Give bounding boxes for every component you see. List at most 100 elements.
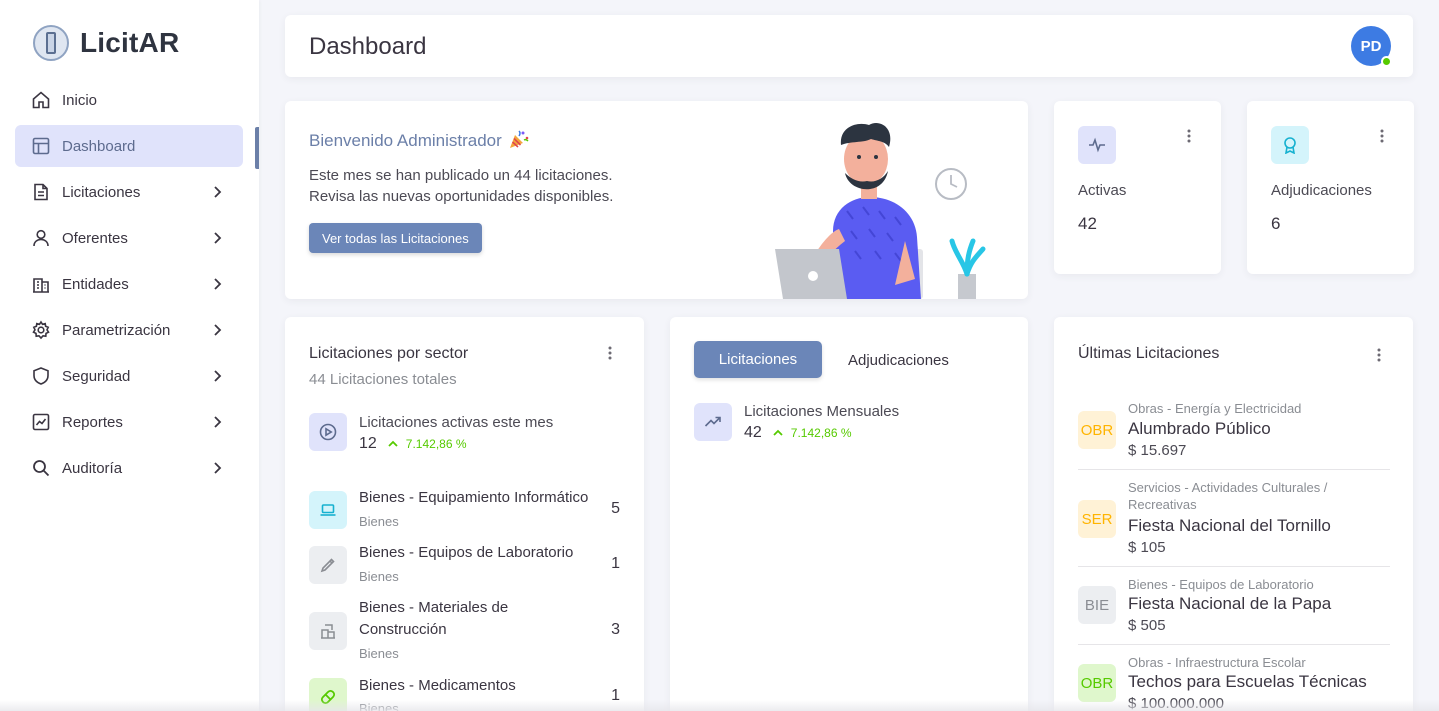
chevron-up-icon — [773, 429, 783, 436]
item-category: Obras - Infraestructura Escolar — [1128, 655, 1306, 670]
card-title: Licitaciones por sector — [309, 345, 469, 362]
layout-icon — [31, 136, 51, 156]
sidebar-item-label: Seguridad — [62, 367, 131, 385]
more-vertical-icon[interactable] — [1371, 347, 1387, 363]
card-subtitle: 44 Licitaciones totales — [309, 371, 457, 388]
card-title: Últimas Licitaciones — [1078, 345, 1220, 362]
welcome-message-line-1: Este mes se han publicado un 44 licitaci… — [309, 167, 613, 184]
item-amount: $ 100.000.000 — [1128, 695, 1224, 711]
sidebar-item-dashboard[interactable]: Dashboard — [15, 125, 243, 167]
active-month-stat: 12 7.142,86 % — [359, 435, 467, 453]
tab-adjudicaciones[interactable]: Adjudicaciones — [848, 352, 949, 369]
sidebar-item-entidades[interactable]: Entidades — [15, 263, 243, 305]
more-vertical-icon[interactable] — [602, 345, 618, 361]
stat-label: Adjudicaciones — [1271, 182, 1372, 199]
more-vertical-icon[interactable] — [1181, 128, 1197, 144]
chevron-up-icon — [388, 440, 398, 447]
category-badge: OBR — [1078, 411, 1116, 449]
active-nav-indicator — [255, 127, 259, 169]
app-logo[interactable]: LicitAR — [33, 25, 179, 61]
sector-row-subtitle: Bienes — [359, 569, 399, 584]
sidebar-item-oferentes[interactable]: Oferentes — [15, 217, 243, 259]
stat-label: Activas — [1078, 182, 1127, 199]
sector-row-count: 5 — [611, 500, 620, 517]
sidebar-item-label: Auditoría — [62, 459, 123, 477]
sector-row-title-line-2: Construcción — [359, 621, 447, 638]
sidebar-item-inicio[interactable]: Inicio — [15, 79, 243, 121]
sidebar-item-parametrizacion[interactable]: Parametrización — [15, 309, 243, 351]
sidebar-item-label: Inicio — [62, 91, 98, 109]
sidebar-item-auditoria[interactable]: Auditoría — [15, 447, 243, 489]
stat-value: 42 — [1078, 214, 1097, 233]
sector-row-title: Bienes - Equipos de Laboratorio — [359, 544, 574, 561]
category-badge: BIE — [1078, 586, 1116, 624]
award-icon — [1271, 126, 1309, 164]
logo-icon — [33, 25, 69, 61]
laptop-icon — [309, 491, 347, 529]
document-icon — [31, 182, 51, 202]
user-icon — [31, 228, 51, 248]
trending-up-icon — [694, 403, 732, 441]
stat-card-activas: Activas 42 — [1054, 101, 1221, 274]
item-category: Obras - Energía y Electricidad — [1128, 401, 1302, 416]
list-item[interactable]: OBR Obras - Energía y Electricidad Alumb… — [1078, 399, 1390, 469]
developer-illustration — [775, 123, 986, 299]
chevron-right-icon — [214, 370, 222, 382]
divider — [1078, 566, 1390, 567]
active-month-value: 12 — [359, 435, 377, 452]
shield-icon — [31, 366, 51, 386]
divider — [1078, 644, 1390, 645]
building-icon — [31, 274, 51, 294]
sidebar-item-reportes[interactable]: Reportes — [15, 401, 243, 443]
category-badge: OBR — [1078, 664, 1116, 702]
item-name: Alumbrado Público — [1128, 419, 1271, 438]
home-icon — [31, 90, 51, 110]
play-circle-icon — [309, 413, 347, 451]
sector-row-subtitle: Bienes — [359, 701, 399, 711]
welcome-message-line-2: Revisa las nuevas oportunidades disponib… — [309, 188, 614, 205]
list-item[interactable]: OBR Obras - Infraestructura Escolar Tech… — [1078, 652, 1390, 711]
stat-card-adjudicaciones: Adjudicaciones 6 — [1247, 101, 1414, 274]
list-item[interactable]: BIE Bienes - Equipos de Laboratorio Fies… — [1078, 574, 1390, 644]
chevron-right-icon — [214, 232, 222, 244]
sector-row-title: Bienes - Equipamiento Informático — [359, 489, 589, 506]
more-vertical-icon[interactable] — [1374, 128, 1390, 144]
sector-row-subtitle: Bienes — [359, 514, 399, 529]
item-name: Techos para Escuelas Técnicas — [1128, 672, 1367, 691]
item-name: Fiesta Nacional de la Papa — [1128, 594, 1332, 613]
welcome-title-text: Bienvenido Administrador — [309, 131, 502, 150]
view-all-tenders-button[interactable]: Ver todas las Licitaciones — [309, 223, 482, 253]
sector-card: Licitaciones por sector 44 Licitaciones … — [285, 317, 644, 711]
monthly-value: 42 — [744, 424, 762, 441]
avatar[interactable]: PD — [1351, 26, 1392, 67]
stat-value: 6 — [1271, 214, 1281, 233]
sidebar-item-label: Licitaciones — [62, 183, 141, 201]
sidebar-item-seguridad[interactable]: Seguridad — [15, 355, 243, 397]
active-month-label: Licitaciones activas este mes — [359, 414, 554, 431]
item-category-line-1: Servicios - Actividades Culturales / — [1128, 480, 1328, 495]
pipette-icon — [309, 546, 347, 584]
sidebar-item-label: Oferentes — [62, 229, 128, 247]
chevron-right-icon — [214, 416, 222, 428]
sector-row-count: 1 — [611, 555, 620, 572]
sector-row-count: 1 — [611, 687, 620, 704]
sidebar-item-label: Reportes — [62, 413, 123, 431]
item-category-line-2: Recreativas — [1128, 497, 1197, 512]
report-chart-icon — [31, 412, 51, 432]
chevron-right-icon — [214, 324, 222, 336]
trend-percent: 7.142,86 % — [405, 437, 467, 451]
monthly-label: Licitaciones Mensuales — [744, 403, 900, 420]
tab-licitaciones[interactable]: Licitaciones — [694, 341, 822, 378]
sector-row-title: Bienes - Medicamentos — [359, 677, 516, 694]
sidebar-nav: Inicio Dashboard Licitaciones Oferentes — [15, 79, 243, 493]
latest-tenders-card: Últimas Licitaciones OBR Obras - Energía… — [1054, 317, 1413, 711]
gear-icon — [31, 320, 51, 340]
list-item[interactable]: SER Servicios - Actividades Culturales /… — [1078, 477, 1390, 567]
monthly-card: Licitaciones Adjudicaciones Licitaciones… — [670, 317, 1028, 711]
category-badge: SER — [1078, 500, 1116, 538]
sector-row-subtitle: Bienes — [359, 646, 399, 661]
sidebar-item-licitaciones[interactable]: Licitaciones — [15, 171, 243, 213]
divider — [1078, 469, 1390, 470]
sector-row-count: 3 — [611, 621, 620, 638]
app-name: LicitAR — [80, 27, 180, 58]
